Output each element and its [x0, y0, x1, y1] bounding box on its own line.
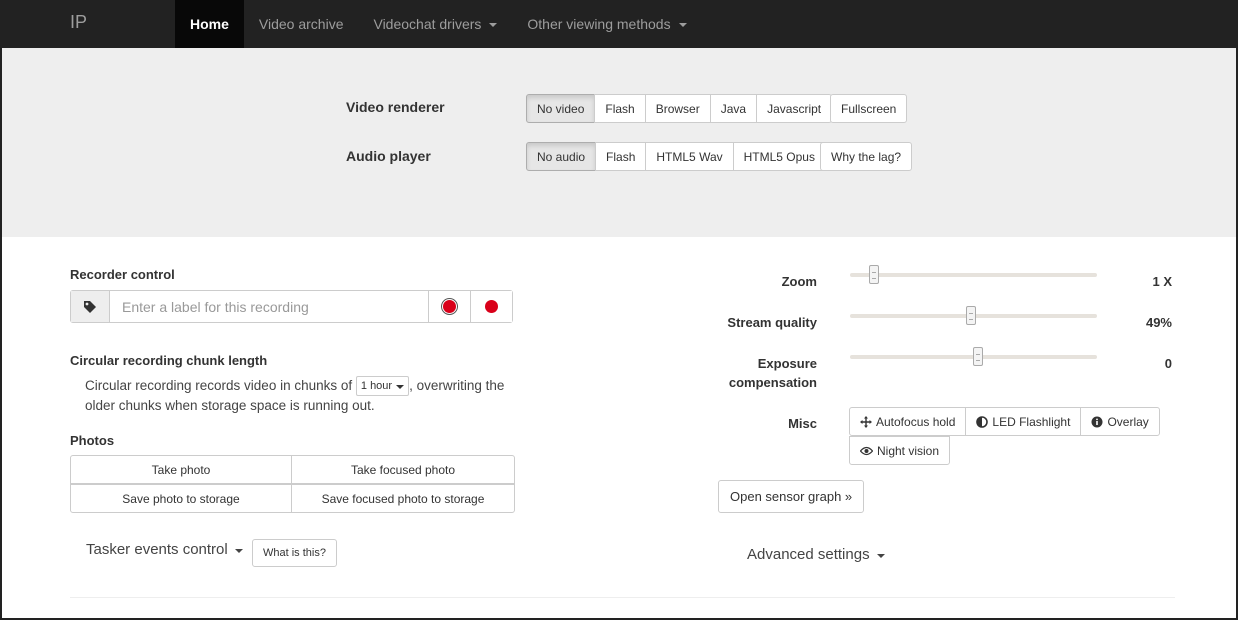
circular-recording-description: Circular recording records video in chun… — [85, 376, 515, 416]
brand-title[interactable]: IP Webcam — [2, 0, 175, 76]
adjust-icon — [976, 415, 989, 428]
photos-title: Photos — [70, 433, 115, 448]
exposure-label-line1: Exposure — [757, 356, 817, 371]
take-focused-photo-button[interactable]: Take focused photo — [291, 455, 515, 484]
video-option-no-video[interactable]: No video — [526, 94, 596, 123]
stream-quality-value: 49% — [1145, 315, 1172, 330]
zoom-label: Zoom — [781, 274, 817, 289]
nav-other-viewing-methods[interactable]: Other viewing methods — [512, 0, 701, 48]
nav-home-label: Home — [190, 16, 229, 32]
stream-quality-label: Stream quality — [727, 315, 817, 330]
tag-icon-svg — [84, 300, 96, 313]
save-photo-button[interactable]: Save photo to storage — [70, 484, 292, 513]
record-dot-icon — [443, 300, 456, 313]
chunk-length-value: 1 hour — [360, 380, 393, 393]
advanced-settings-label: Advanced settings — [747, 546, 870, 563]
exposure-slider[interactable] — [850, 347, 1097, 366]
chunk-length-select[interactable]: 1 hour — [355, 376, 410, 397]
chevron-down-icon — [876, 553, 885, 558]
nav-videochat-drivers-label: Videochat drivers — [373, 16, 482, 32]
zoom-value: 1 X — [1152, 274, 1172, 289]
audio-player-label: Audio player — [346, 148, 431, 164]
tasker-events-label: Tasker events control — [86, 541, 228, 558]
exposure-slider-handle[interactable] — [973, 347, 983, 366]
fullscreen-button[interactable]: Fullscreen — [830, 94, 908, 123]
video-option-flash[interactable]: Flash — [594, 94, 646, 123]
misc-label: Misc — [788, 416, 817, 431]
advanced-settings-toggle[interactable]: Advanced settings — [747, 546, 885, 563]
exposure-value: 0 — [1164, 356, 1172, 371]
stream-quality-slider[interactable] — [850, 306, 1097, 325]
zoom-slider-handle[interactable] — [869, 265, 879, 284]
move-icon — [860, 415, 872, 428]
tag-icon — [71, 291, 110, 322]
exposure-label-line2: compensation — [728, 375, 817, 390]
nav-home[interactable]: Home — [175, 0, 244, 48]
nav-video-archive-label: Video archive — [258, 16, 344, 32]
recorder-control-group — [70, 290, 513, 323]
video-renderer-group: No video Flash Browser Java Javascript — [526, 94, 833, 123]
circular-recording-title: Circular recording chunk length — [70, 353, 268, 368]
video-option-java[interactable]: Java — [709, 94, 758, 123]
autofocus-hold-label: Autofocus hold — [876, 414, 956, 429]
recording-label-input[interactable] — [110, 291, 428, 322]
autofocus-hold-button[interactable]: Autofocus hold — [849, 407, 967, 436]
record-dot-icon — [485, 300, 498, 313]
chevron-down-icon — [489, 23, 498, 27]
renderer-panel: Video renderer No video Flash Browser Ja… — [2, 48, 1236, 237]
video-renderer-label: Video renderer — [346, 99, 445, 115]
audio-option-flash[interactable]: Flash — [595, 142, 647, 171]
video-option-browser[interactable]: Browser — [644, 94, 711, 123]
exposure-label: Exposure compensation — [729, 354, 817, 392]
divider — [70, 597, 1175, 598]
top-navbar: IP Webcam Home Video archive Videochat d… — [2, 0, 1236, 76]
tasker-help-button[interactable]: What is this? — [252, 539, 337, 567]
why-lag-button[interactable]: Why the lag? — [820, 142, 913, 171]
record-button[interactable] — [470, 291, 512, 322]
audio-option-html5-wav[interactable]: HTML5 Wav — [645, 142, 734, 171]
nav-other-viewing-methods-label: Other viewing methods — [527, 16, 671, 32]
overlay-button[interactable]: Overlay — [1080, 407, 1160, 436]
open-sensor-graph-button[interactable]: Open sensor graph » — [718, 480, 865, 513]
photo-buttons: Take photo Take focused photo Save photo… — [70, 455, 515, 513]
led-flashlight-label: LED Flashlight — [992, 414, 1071, 429]
video-option-javascript[interactable]: Javascript — [756, 94, 833, 123]
overlay-label: Overlay — [1107, 414, 1149, 429]
nav-video-archive[interactable]: Video archive — [244, 0, 359, 48]
info-icon — [1091, 416, 1103, 428]
take-photo-button[interactable]: Take photo — [70, 455, 292, 484]
audio-option-no-audio[interactable]: No audio — [526, 142, 597, 171]
audio-player-group: No audio Flash HTML5 Wav HTML5 Opus — [526, 142, 826, 171]
save-focused-photo-button[interactable]: Save focused photo to storage — [291, 484, 515, 513]
recorder-control-title: Recorder control — [70, 267, 175, 282]
record-start-button[interactable] — [428, 291, 470, 322]
night-vision-label: Night vision — [877, 443, 940, 458]
circular-text-before: Circular recording records video in chun… — [85, 378, 353, 393]
nav-videochat-drivers[interactable]: Videochat drivers — [358, 0, 512, 48]
audio-option-html5-opus[interactable]: HTML5 Opus — [732, 142, 826, 171]
misc-buttons: Autofocus hold LED Flashlight Overlay Ni… — [849, 407, 1169, 465]
zoom-slider[interactable] — [850, 265, 1097, 284]
chevron-down-icon — [234, 548, 243, 553]
stream-quality-slider-handle[interactable] — [966, 306, 976, 325]
night-vision-button[interactable]: Night vision — [849, 436, 951, 465]
chevron-down-icon — [678, 23, 687, 27]
eye-icon — [860, 446, 873, 456]
led-flashlight-button[interactable]: LED Flashlight — [965, 407, 1082, 436]
tasker-events-toggle[interactable]: Tasker events control — [86, 541, 243, 558]
chevron-down-icon — [396, 385, 405, 390]
